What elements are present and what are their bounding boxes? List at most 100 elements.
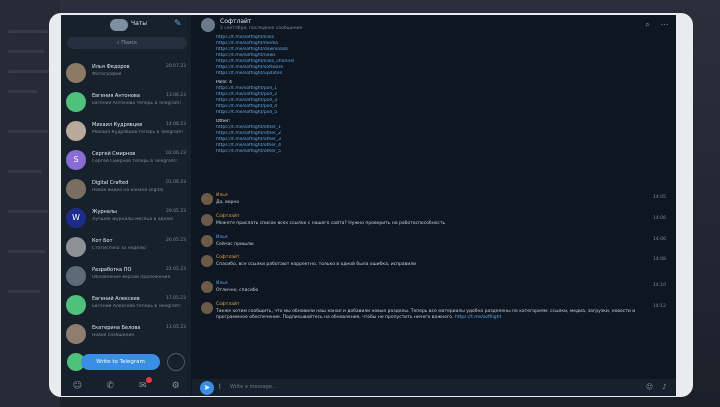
chat-preview: Евгений Алексеев теперь в Telegram! (92, 304, 181, 309)
message-time: 14:05 (653, 195, 666, 200)
message-avatar[interactable] (201, 281, 213, 293)
message-author[interactable]: Софтлайт (216, 302, 240, 307)
chat-preview: Евгения Антонова теперь в Telegram! (92, 101, 182, 106)
chat-list-item[interactable]: Кот Бот 26.05.23 Статистика за неделю (61, 233, 192, 263)
message-composer: ➤ ⌇ Write a message... ☺ ♪ (192, 379, 676, 396)
chat-time: 22.05.23 (165, 267, 186, 272)
message-body: Отлично, спасибо (216, 288, 259, 293)
chat-name: Журналы (92, 209, 117, 215)
chat-name: Екатерина Белова (92, 325, 141, 331)
message-link[interactable]: https://t.me/softlight/updates (216, 71, 536, 77)
message-author[interactable]: Софтлайт (216, 214, 240, 219)
chat-list-item[interactable]: Евгений Алексеев 17.05.23 Евгений Алексеев… (61, 291, 192, 321)
chat-preview: Новое сообщение (92, 333, 135, 338)
chat-time: 01.06.23 (165, 180, 186, 185)
message-author[interactable]: Софтлайт (216, 255, 240, 260)
message-link[interactable]: https://t.me/softlight/poll_5 (216, 110, 536, 116)
message-text: Да, верно (216, 200, 636, 206)
attach-icon[interactable]: ⌇ (218, 383, 226, 392)
chat-list-header: Чаты ✎ (61, 15, 192, 35)
more-options-icon[interactable]: ⋯ (660, 20, 669, 29)
message-time: 14:06 (653, 216, 666, 221)
chat-list-item[interactable]: Екатерина Белова 11.05.23 Новое сообщение (61, 320, 192, 350)
profile-icon[interactable]: ☺ (71, 380, 83, 392)
conversation-avatar[interactable] (201, 18, 215, 32)
message-time: 14:08 (653, 257, 666, 262)
search-input[interactable]: ⌕ Поиск (67, 37, 187, 49)
chat-list-item[interactable]: Разработка ПО 22.05.23 Обновление версии п… (61, 262, 192, 292)
chat-time: 29.05.23 (165, 209, 186, 214)
message-avatar[interactable] (201, 235, 213, 247)
chat-name: Digital Crafted (92, 180, 129, 186)
chat-name: Евгений Алексеев (92, 296, 140, 302)
chat-name: Разработка ПО (92, 267, 132, 273)
conversation-header: Софтлайт 2 сентября, последнее сообщение… (192, 15, 676, 35)
calls-icon[interactable]: ✆ (104, 380, 116, 392)
chats-icon[interactable]: ✉ (137, 376, 152, 392)
chat-name: Илья Федоров (92, 64, 130, 70)
chat-list-item[interactable]: S Сергей Смирнов 02.06.23 Сергей Смирнов те… (61, 146, 192, 176)
message-avatar[interactable] (201, 193, 213, 205)
chat-avatar (66, 295, 86, 315)
emoji-icon[interactable]: ☺ (645, 383, 654, 392)
chat-list-item[interactable]: Евгения Антонова 13.06.23 Евгения Антонова… (61, 88, 192, 118)
compose-icon[interactable]: ✎ (174, 19, 184, 29)
chat-preview: Сергей Смирнов теперь в Telegram! (92, 159, 177, 164)
message-link[interactable]: https://t.me/softlight/other_5 (216, 149, 536, 155)
chat-preview: Новое видео на канале Digital (92, 188, 164, 193)
message-text: Отлично, спасибо (216, 288, 636, 294)
chat-preview: Обновление версии приложения (92, 275, 171, 280)
chat-name: Кот Бот (92, 238, 113, 244)
message-body: Можете прислать список всех ссылок с наш… (216, 221, 446, 226)
message-avatar[interactable] (201, 255, 213, 267)
unread-badge (145, 376, 152, 383)
chat-avatar (66, 324, 86, 344)
message-input[interactable]: Write a message... (230, 384, 277, 390)
chat-list-panel: Чаты ✎ ⌕ Поиск Илья Федоров 20.07.23 Фотог… (61, 15, 192, 396)
chat-avatar (66, 92, 86, 112)
conversation-subtitle: 2 сентября, последнее сообщение (220, 26, 303, 31)
conversation-title[interactable]: Софтлайт (220, 18, 251, 25)
chat-list-item[interactable]: Илья Федоров 20.07.23 Фотография (61, 59, 192, 89)
bottom-navigation: ☺ ✆ ✉ ⚙ (61, 375, 192, 396)
settings-icon[interactable]: ⚙ (170, 380, 182, 392)
message-avatar[interactable] (201, 214, 213, 226)
story-ring[interactable] (167, 353, 185, 371)
message-avatar[interactable] (201, 302, 213, 314)
message-author[interactable]: Илья (216, 281, 228, 286)
chat-time: 20.07.23 (165, 64, 186, 69)
microphone-icon[interactable]: ♪ (660, 383, 669, 392)
send-button[interactable]: ➤ (200, 381, 214, 395)
chat-time: 17.05.23 (165, 296, 186, 301)
search-icon[interactable]: ⌕ (643, 20, 652, 29)
message-text: Спасибо, все ссылки работают корректно, … (216, 262, 636, 268)
chat-list-item[interactable]: W Журналы 29.05.23 Лучшие журналы месяца в … (61, 204, 192, 234)
chat-time: 02.06.23 (165, 151, 186, 156)
message-link-list: https://t.me/softlight/links https://t.me… (216, 35, 536, 155)
chat-time: 13.06.23 (165, 93, 186, 98)
chat-preview: Лучшие журналы месяца в одном (92, 217, 173, 222)
message-author[interactable]: Илья (216, 235, 228, 240)
chat-list-item[interactable]: Михаил Кудрявцев 14.06.23 Михаил Кудрявцев… (61, 117, 192, 147)
chat-preview: Михаил Кудрявцев теперь в Telegram! (92, 130, 184, 135)
chat-avatar (66, 237, 86, 257)
message-author[interactable]: Илья (216, 193, 228, 198)
chat-preview: Фотография (92, 72, 122, 77)
message-time: 14:10 (653, 283, 666, 288)
chat-avatar: W (66, 208, 86, 228)
account-name: Чаты (131, 20, 148, 27)
chat-time: 26.05.23 (165, 238, 186, 243)
message-text: Сейчас пришлю (216, 242, 636, 248)
message-body: Сейчас пришлю (216, 242, 254, 247)
message-body: Спасибо, все ссылки работают корректно, … (216, 262, 417, 267)
chat-avatar (66, 63, 86, 83)
chat-time: 11.05.23 (165, 325, 186, 330)
message-body: Также хотим сообщить, что мы обновили на… (216, 309, 636, 320)
conversation-panel: Софтлайт 2 сентября, последнее сообщение… (192, 15, 676, 396)
message-link[interactable]: https://t.me/softlight (455, 315, 501, 320)
write-button[interactable]: Write to Telegram (81, 354, 160, 370)
message-body: Да, верно (216, 200, 240, 205)
chat-list-item[interactable]: Digital Crafted 01.06.23 Новое видео на ка… (61, 175, 192, 205)
account-avatar[interactable] (110, 19, 128, 31)
chat-name: Евгения Антонова (92, 93, 140, 99)
